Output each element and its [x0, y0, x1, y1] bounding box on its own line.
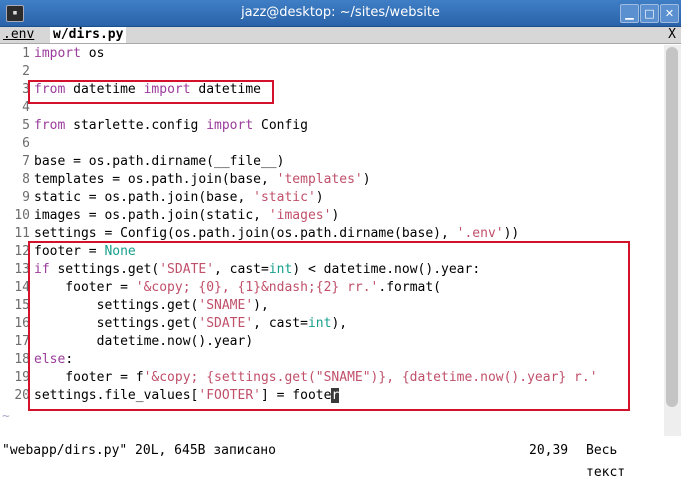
string-literal: 'templates' [276, 172, 363, 187]
line-number: 6 [22, 136, 30, 151]
line-number: 11 [14, 226, 30, 241]
scrollbar-thumb[interactable] [666, 47, 678, 407]
string-literal: '.env' [456, 226, 504, 241]
maximize-button[interactable]: □ [640, 4, 659, 23]
line-number: 13 [14, 262, 30, 277]
code-line: 9 static = os.path.join(base, 'static') [0, 189, 323, 207]
code-text: base = os.path.dirname(__file__) [34, 154, 285, 169]
code-text: Config [253, 118, 308, 133]
tab-close-button[interactable]: X [668, 27, 676, 43]
keyword: from [34, 118, 66, 133]
status-message: "webapp/dirs.py" 20L, 645B записано [2, 443, 276, 458]
line-number: 15 [14, 298, 30, 313]
highlight-box-footer [28, 241, 630, 411]
scrollbar[interactable] [664, 45, 681, 436]
code-line: 2 [0, 63, 34, 81]
minimize-icon: ▁ [625, 7, 634, 20]
line-number: 12 [14, 244, 30, 259]
line-number: 3 [22, 82, 30, 97]
line-number: 1 [22, 46, 30, 61]
keyword: import [206, 118, 254, 133]
cursor-position: 20,39 [529, 443, 569, 458]
line-number: 10 [14, 208, 30, 223]
code-text: settings = Config(os.path.join(os.path.d… [34, 226, 457, 241]
code-text: starlette.config [65, 118, 207, 133]
line-number: 19 [14, 370, 30, 385]
line-number: 20 [14, 388, 30, 403]
tab-env[interactable]: .env [0, 27, 37, 43]
code-line: 1 import os [0, 45, 104, 63]
code-line: 5 from starlette.config import Config [0, 117, 308, 135]
code-text: images = os.path.join(static, [34, 208, 269, 223]
empty-line-marker: ~ [2, 409, 10, 424]
line-number: 18 [14, 352, 30, 367]
line-number: 17 [14, 334, 30, 349]
line-number: 2 [22, 64, 30, 79]
string-literal: 'static' [253, 190, 316, 205]
keyword: import [34, 46, 81, 61]
close-button[interactable]: ✕ [660, 4, 679, 23]
minimize-button[interactable]: ▁ [620, 4, 639, 23]
line-number: 7 [22, 154, 30, 169]
code-line: 6 [0, 135, 34, 153]
vim-tabline: .env w/dirs.py X [0, 27, 681, 44]
highlight-box-import [28, 80, 274, 104]
code-line: 10 images = os.path.join(static, 'images'… [0, 207, 339, 225]
line-number: 14 [14, 280, 30, 295]
string-literal: 'images' [268, 208, 332, 223]
title-bar: ▪ jazz@desktop: ~/sites/website ▁ □ ✕ [0, 0, 681, 27]
line-number: 8 [22, 172, 30, 187]
close-icon: ✕ [664, 7, 675, 20]
code-line: 8 templates = os.path.join(base, 'templat… [0, 171, 370, 189]
code-text: os [80, 46, 105, 61]
line-number: 5 [22, 118, 30, 133]
line-number: 16 [14, 316, 30, 331]
tab-dirs-py[interactable]: w/dirs.py [50, 27, 127, 43]
code-editor[interactable]: 1 import os 2 3 from datetime import datet… [0, 45, 663, 436]
code-text: templates = os.path.join(base, [34, 172, 277, 187]
code-text: static = os.path.join(base, [34, 190, 254, 205]
maximize-icon: □ [644, 7, 655, 20]
window-title: jazz@desktop: ~/sites/website [241, 5, 440, 20]
line-number: 4 [22, 100, 30, 115]
vim-status-line: "webapp/dirs.py" 20L, 645B записано 20,3… [0, 440, 664, 480]
code-text: )) [503, 226, 520, 241]
code-line: 7 base = os.path.dirname(__file__) [0, 153, 284, 171]
line-number: 9 [22, 190, 30, 205]
scroll-indicator: Весь текст [586, 443, 626, 480]
